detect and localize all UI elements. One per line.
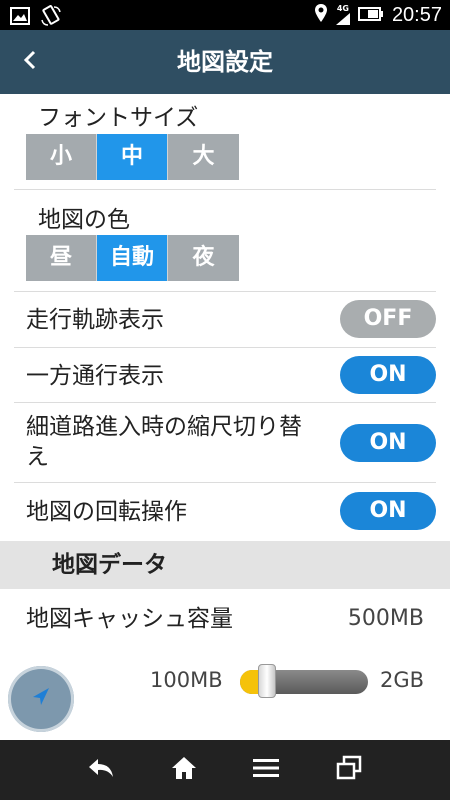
- network-label: 4G: [336, 4, 349, 13]
- map-rotation-label: 地図の回転操作: [26, 499, 187, 525]
- nav-recent-button[interactable]: [329, 750, 369, 790]
- home-icon: [170, 754, 198, 786]
- divider: [14, 347, 436, 348]
- one-way-display-toggle[interactable]: ON: [340, 356, 436, 394]
- slider-thumb[interactable]: [258, 664, 276, 698]
- cache-capacity-value: 500MB: [347, 606, 424, 631]
- font-size-selector: 小 中 大: [26, 134, 239, 180]
- cache-capacity-label: 地図キャッシュ容量: [26, 606, 233, 632]
- track-display-toggle[interactable]: OFF: [340, 300, 436, 338]
- header-bar: 地図設定: [0, 30, 450, 94]
- font-size-small[interactable]: 小: [26, 134, 97, 180]
- slider-max-label: 2GB: [380, 668, 425, 692]
- font-size-label: フォントサイズ: [38, 105, 199, 131]
- navigation-button[interactable]: [8, 666, 74, 732]
- nav-menu-button[interactable]: [246, 750, 286, 790]
- divider: [14, 402, 436, 403]
- nav-back-button[interactable]: [81, 750, 121, 790]
- location-icon: [314, 3, 328, 27]
- clock: 20:57: [391, 4, 442, 26]
- map-data-section-title: 地図データ: [52, 552, 167, 578]
- divider: [14, 482, 436, 483]
- one-way-display-label: 一方通行表示: [26, 363, 164, 389]
- divider: [14, 189, 436, 190]
- rotate-icon: [40, 5, 62, 31]
- font-size-medium[interactable]: 中: [97, 134, 168, 180]
- battery-icon: [357, 6, 384, 25]
- narrow-road-scale-label: 細道路進入時の縮尺切り替 え: [26, 412, 302, 472]
- signal-icon: 4G: [335, 4, 350, 25]
- navigation-arrow-icon: [29, 685, 53, 713]
- system-nav-bar: [0, 740, 450, 800]
- narrow-road-scale-label-line1: 細道路進入時の縮尺切り替: [26, 414, 302, 440]
- back-arrow-icon: [86, 756, 116, 784]
- narrow-road-scale-toggle[interactable]: ON: [340, 424, 436, 462]
- menu-icon: [252, 756, 280, 784]
- recent-apps-icon: [335, 754, 363, 786]
- map-color-day[interactable]: 昼: [26, 235, 97, 281]
- narrow-road-scale-label-line2: え: [26, 444, 49, 470]
- map-color-auto[interactable]: 自動: [97, 235, 168, 281]
- map-data-section-header: 地図データ: [0, 541, 450, 589]
- image-icon: [10, 7, 30, 29]
- map-rotation-toggle[interactable]: ON: [340, 492, 436, 530]
- divider: [14, 291, 436, 292]
- slider-min-label: 100MB: [150, 668, 223, 692]
- map-color-selector: 昼 自動 夜: [26, 235, 239, 281]
- nav-home-button[interactable]: [164, 750, 204, 790]
- map-color-night[interactable]: 夜: [168, 235, 239, 281]
- font-size-large[interactable]: 大: [168, 134, 239, 180]
- page-title: 地図設定: [177, 48, 273, 76]
- map-color-label: 地図の色: [38, 207, 130, 233]
- track-display-label: 走行軌跡表示: [26, 307, 164, 333]
- status-bar: 4G 20:57: [0, 0, 450, 30]
